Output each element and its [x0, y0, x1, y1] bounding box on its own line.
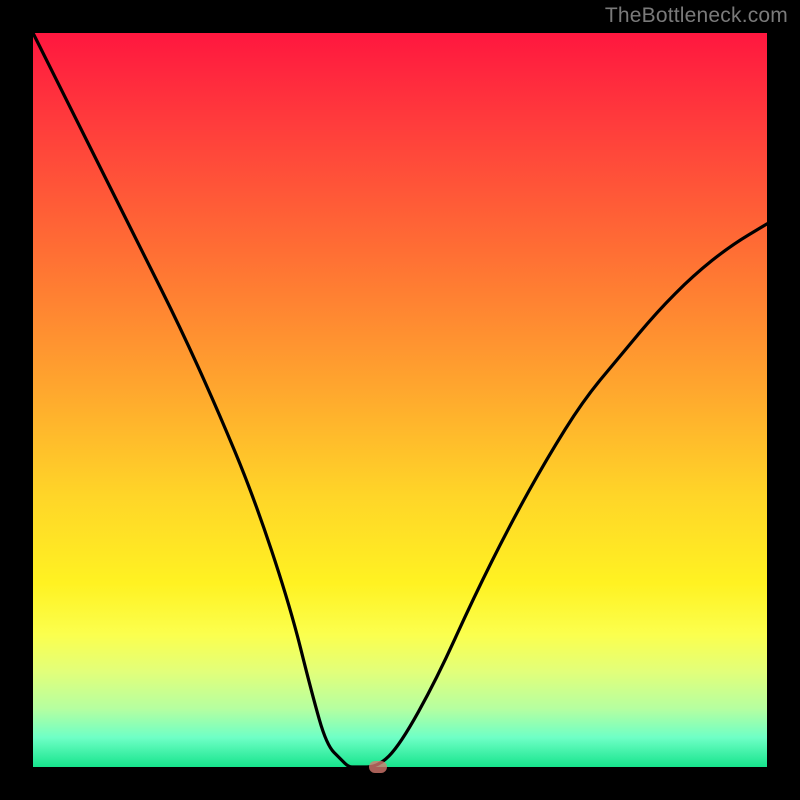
outer-black-frame: TheBottleneck.com — [0, 0, 800, 800]
optimal-point-marker — [369, 761, 387, 773]
curve-line — [33, 33, 767, 767]
watermark-text: TheBottleneck.com — [605, 4, 788, 28]
bottleneck-curve — [33, 33, 767, 767]
chart-plot-area — [33, 33, 767, 767]
